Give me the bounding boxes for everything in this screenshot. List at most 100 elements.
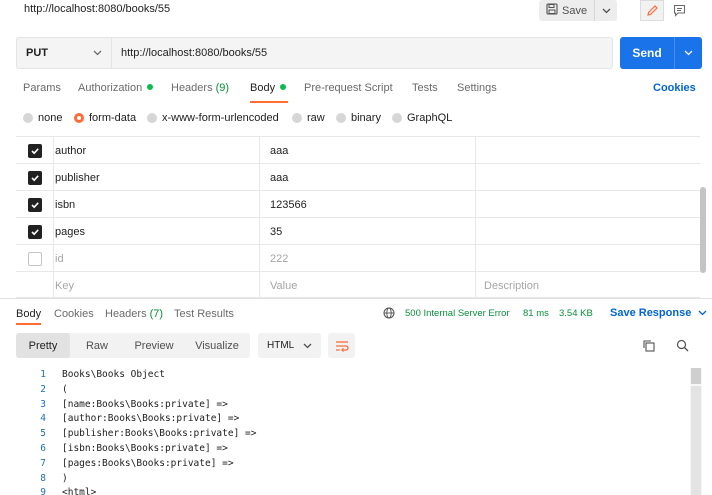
pencil-icon: [646, 5, 658, 16]
code-text: (: [62, 383, 68, 395]
key-cell[interactable]: id: [54, 245, 260, 272]
description-cell[interactable]: [476, 137, 700, 164]
key-input[interactable]: Key: [54, 272, 260, 299]
row-checkbox[interactable]: [27, 197, 42, 212]
radio-circle: [336, 113, 346, 123]
scrollbar-track[interactable]: [691, 386, 701, 495]
resp-tab-test-results[interactable]: Test Results: [174, 308, 234, 320]
table-row: id 222: [16, 244, 700, 272]
chevron-down-icon: [684, 50, 693, 56]
code-line: 5 [publisher:Books\Books:private] =>: [0, 427, 690, 442]
description-cell[interactable]: [476, 164, 700, 191]
save-response-label: Save Response: [610, 307, 692, 319]
response-body[interactable]: 1 Books\Books Object 2( 3 [name:Books\Book…: [0, 368, 690, 495]
response-size[interactable]: 3.54 KB: [559, 308, 593, 319]
form-scrollbar[interactable]: [700, 137, 706, 297]
row-checkbox[interactable]: [27, 143, 42, 158]
status-code[interactable]: 500 Internal Server Error: [405, 308, 510, 319]
copy-icon[interactable]: [642, 339, 655, 355]
radio-form-data-label: form-data: [89, 112, 137, 124]
save-response-button[interactable]: Save Response: [610, 307, 707, 319]
request-title[interactable]: http://localhost:8080/books/55: [24, 3, 170, 15]
value-text: 35: [270, 225, 283, 238]
radio-none[interactable]: none: [23, 112, 62, 124]
code-text: <html>: [62, 487, 97, 495]
comment-icon: [673, 4, 685, 17]
row-checkbox[interactable]: [27, 170, 42, 185]
view-pretty[interactable]: Pretty: [16, 333, 70, 358]
code-line: 9 <html>: [0, 486, 690, 495]
radio-circle: [292, 113, 302, 123]
resp-tab-headers-count: (7): [149, 308, 164, 320]
tab-headers[interactable]: Headers (9): [171, 82, 229, 94]
value-cell[interactable]: 35: [260, 218, 476, 245]
tab-prerequest-script[interactable]: Pre-request Script: [304, 82, 393, 94]
value-cell[interactable]: 222: [260, 245, 476, 272]
key-cell[interactable]: publisher: [54, 164, 260, 191]
key-text: isbn: [55, 198, 76, 211]
wrap-lines-button[interactable]: [328, 333, 355, 358]
code-scrollbar[interactable]: [690, 368, 702, 495]
tab-params[interactable]: Params: [23, 82, 61, 94]
key-cell[interactable]: author: [54, 137, 260, 164]
response-time[interactable]: 81 ms: [523, 308, 549, 319]
key-cell[interactable]: pages: [54, 218, 260, 245]
tab-body[interactable]: Body: [250, 82, 287, 94]
send-dropdown-button[interactable]: [675, 37, 702, 69]
chevron-down-icon: [602, 8, 610, 13]
send-button-group[interactable]: Send: [620, 37, 702, 69]
body-type-radios: none form-data x-www-form-urlencoded raw…: [0, 112, 712, 128]
save-dropdown-button[interactable]: [595, 8, 617, 14]
resp-tab-cookies[interactable]: Cookies: [54, 308, 94, 320]
view-visualize[interactable]: Visualize: [184, 333, 250, 358]
scrollbar-thumb[interactable]: [700, 187, 706, 273]
tab-authorization[interactable]: Authorization: [78, 82, 154, 94]
value-cell[interactable]: aaa: [260, 164, 476, 191]
table-row-new: Key Value Description: [16, 271, 700, 299]
radio-form-data[interactable]: form-data: [74, 112, 136, 124]
value-cell[interactable]: aaa: [260, 137, 476, 164]
scrollbar-thumb[interactable]: [691, 368, 701, 384]
radio-urlencoded-label: x-www-form-urlencoded: [162, 112, 279, 124]
url-input[interactable]: http://localhost:8080/books/55: [112, 38, 612, 68]
radio-binary[interactable]: binary: [336, 112, 381, 124]
globe-icon[interactable]: [383, 307, 395, 322]
radio-circle: [23, 113, 33, 123]
tab-settings[interactable]: Settings: [457, 82, 497, 94]
status-dot-icon: [147, 84, 154, 90]
request-bar: PUT http://localhost:8080/books/55: [16, 37, 613, 69]
format-select[interactable]: HTML: [258, 333, 321, 358]
row-checkbox[interactable]: [27, 224, 42, 239]
key-cell[interactable]: isbn: [54, 191, 260, 218]
value-text: 123566: [270, 198, 307, 211]
description-input[interactable]: Description: [476, 272, 700, 299]
edit-button[interactable]: [640, 0, 664, 21]
key-text: author: [55, 144, 87, 157]
search-icon[interactable]: [676, 339, 689, 355]
view-mode-group: Pretty Raw Preview Visualize: [16, 333, 250, 358]
view-preview[interactable]: Preview: [124, 333, 184, 358]
save-button-group[interactable]: Save: [539, 0, 617, 21]
comments-button[interactable]: [667, 0, 691, 21]
code-text: [isbn:Books\Books:private] =>: [62, 442, 228, 454]
description-cell[interactable]: [476, 191, 700, 218]
description-cell[interactable]: [476, 218, 700, 245]
description-cell[interactable]: [476, 245, 700, 272]
pane-divider[interactable]: [0, 298, 712, 299]
send-button[interactable]: Send: [620, 37, 675, 69]
radio-raw[interactable]: raw: [292, 112, 325, 124]
save-button[interactable]: Save: [539, 0, 595, 21]
tab-tests[interactable]: Tests: [412, 82, 438, 94]
resp-tab-headers[interactable]: Headers (7): [105, 308, 163, 320]
resp-tab-body[interactable]: Body: [16, 308, 41, 320]
view-raw[interactable]: Raw: [70, 333, 124, 358]
save-label: Save: [562, 4, 588, 17]
value-input[interactable]: Value: [260, 272, 476, 299]
radio-graphql[interactable]: GraphQL: [392, 112, 452, 124]
method-select[interactable]: PUT: [17, 38, 112, 68]
value-cell[interactable]: 123566: [260, 191, 476, 218]
code-line: 8): [0, 472, 690, 487]
radio-urlencoded[interactable]: x-www-form-urlencoded: [147, 112, 279, 124]
row-checkbox[interactable]: [27, 251, 42, 266]
cookies-link[interactable]: Cookies: [653, 82, 696, 94]
